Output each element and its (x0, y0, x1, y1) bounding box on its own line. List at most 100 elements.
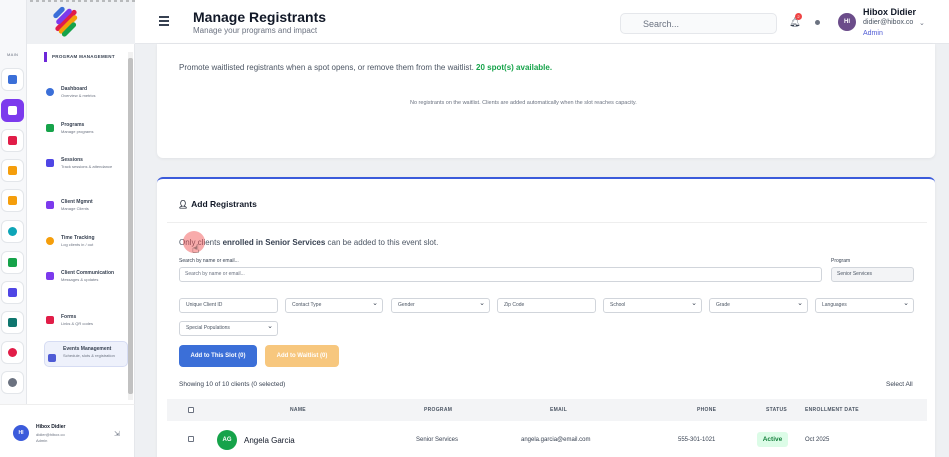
client-email: angela.garcia@email.com (521, 437, 591, 443)
contact-type-select[interactable]: Contact Type (285, 297, 383, 313)
rail-home-button[interactable] (1, 68, 24, 91)
dashboard-icon (46, 88, 54, 96)
programs-icon (8, 106, 17, 115)
rail-label: MAIN (7, 52, 19, 57)
sidebar-item-label: Programs (61, 122, 85, 128)
enrollment-note: Only clients enrolled in Senior Services… (179, 238, 439, 247)
add-registrants-title: 👤︎ Add Registrants (178, 199, 257, 209)
rail-settings-button[interactable] (1, 371, 24, 394)
zip-input[interactable]: Zip Code (497, 298, 596, 313)
program-field: Senior Services (831, 267, 914, 282)
school-select[interactable]: School (603, 297, 702, 313)
column-header: PHONE (697, 407, 717, 413)
select-all-link[interactable]: Select All (886, 381, 913, 388)
programs-icon (46, 124, 54, 132)
scrollbar-thumb[interactable] (128, 58, 133, 394)
circle-icon (8, 227, 17, 236)
gender-select[interactable]: Gender (391, 297, 490, 313)
sidebar-item-sub: Track sessions & attendance (61, 164, 113, 169)
sidebar-user[interactable]: HI Hibox Didier didier@hibox.co Admin ⇲ (0, 404, 135, 457)
rail-hat-button[interactable] (1, 189, 24, 212)
client-phone: 555-301-1021 (678, 437, 716, 443)
table-row[interactable]: AG Angela Garcia Senior Services angela.… (167, 424, 927, 454)
rail-programs-button[interactable] (1, 99, 24, 122)
add-to-slot-button[interactable]: Add to This Slot (0) (179, 345, 257, 367)
sidebar-item-client-communication[interactable]: Client Communication Messages & updates (46, 270, 128, 282)
sidebar-item-label: Events Management (63, 346, 112, 352)
waitlist-description: Promote waitlisted registrants when a sp… (179, 63, 553, 72)
rocket-icon (8, 136, 17, 145)
sidebar-item-time-tracking[interactable]: Time Tracking Log clients in / out (46, 235, 128, 247)
add-user-icon: 👤︎ (178, 200, 189, 209)
column-header: ENROLLMENT DATE (805, 407, 859, 413)
sessions-icon (46, 159, 54, 167)
user-email: didier@hibox.co (863, 19, 914, 26)
clock-icon (46, 237, 54, 245)
sidebar-item-sub: Log clients in / out (61, 242, 94, 247)
sidebar-scrollbar[interactable] (128, 52, 133, 400)
search-label: Search by name or email... (179, 258, 239, 264)
pie-chart-icon (8, 348, 17, 357)
user-role: Admin (863, 30, 883, 37)
sidebar-item-programs[interactable]: Programs Manage programs (46, 122, 128, 134)
user-role: Admin (36, 438, 48, 443)
menu-icon[interactable] (159, 16, 169, 26)
avatar: HI (13, 425, 29, 441)
hat-icon (8, 196, 17, 205)
home-icon (8, 75, 17, 84)
divider (167, 222, 927, 223)
grade-select[interactable]: Grade (709, 297, 808, 313)
special-populations-select[interactable]: Special Populations (179, 320, 278, 336)
users-icon (8, 318, 17, 327)
reports-icon (8, 166, 17, 175)
top-bar: Manage Registrants Manage your programs … (135, 0, 949, 44)
rail-reports-button[interactable] (1, 159, 24, 182)
add-registrants-card: 👤︎ Add Registrants Only clients enrolled … (157, 177, 935, 457)
client-id-input[interactable]: Unique Client ID (179, 298, 278, 313)
logout-icon[interactable]: ⇲ (114, 430, 120, 438)
rail-users-button[interactable] (1, 311, 24, 334)
notification-badge: 2 (795, 13, 802, 20)
avatar[interactable]: HI (838, 13, 856, 31)
table-header: NAME PROGRAM EMAIL PHONE STATUS ENROLLME… (167, 399, 927, 421)
sidebar-item-forms[interactable]: Forms Links & QR codes (46, 314, 128, 326)
sidebar-item-events-management[interactable]: Events Management Schedule, slots & regis… (44, 341, 128, 367)
status-dot (815, 20, 820, 25)
rail-docs-button[interactable] (1, 281, 24, 304)
program-label: Program (831, 258, 851, 264)
sidebar-item-label: Client Communication (61, 270, 115, 276)
rail-pie-button[interactable] (1, 341, 24, 364)
sidebar-item-label: Sessions (61, 157, 83, 163)
languages-select[interactable]: Languages (815, 297, 914, 313)
client-program: Senior Services (416, 437, 459, 443)
waitlist-card: Promote waitlisted registrants when a sp… (157, 44, 935, 158)
rail-rocket-button[interactable] (1, 129, 24, 152)
sidebar-item-sessions[interactable]: Sessions Track sessions & attendance (46, 157, 128, 169)
page-title: Manage Registrants (193, 9, 327, 25)
search-input[interactable]: Search... (620, 13, 777, 34)
column-header: PROGRAM (424, 407, 453, 413)
sidebar-item-client-mgmnt[interactable]: Client Mgmnt Manage Clients (46, 199, 128, 211)
user-name[interactable]: Hibox Didier (863, 7, 916, 17)
row-checkbox[interactable] (188, 436, 194, 442)
sidebar-item-sub: Manage programs (61, 129, 94, 134)
select-all-checkbox[interactable] (188, 407, 194, 413)
client-name: Angela Garcia (244, 436, 295, 445)
sidebar-item-label: Client Mgmnt (61, 199, 93, 205)
client-search-input[interactable]: Search by name or email... (179, 267, 822, 282)
sidebar-item-sub: Links & QR codes (61, 321, 94, 326)
sidebar-item-sub: Messages & updates (61, 277, 99, 282)
sidebar-item-dashboard[interactable]: Dashboard Overview & metrics (46, 86, 128, 98)
sidebar-item-label: Dashboard (61, 86, 88, 92)
sidebar-item-sub: Manage Clients (61, 206, 89, 211)
rail-network-button[interactable] (1, 251, 24, 274)
sidebar-item-label: Time Tracking (61, 235, 95, 241)
rail-circle-button[interactable] (1, 220, 24, 243)
sidebar-item-sub: Overview & metrics (61, 93, 96, 98)
chevron-down-icon[interactable]: ⌄ (919, 19, 925, 27)
add-to-waitlist-button[interactable]: Add to Waitlist (0) (265, 345, 339, 367)
gear-icon (8, 378, 17, 387)
sidebar: PROGRAM MANAGEMENT Dashboard Overview & m… (27, 44, 135, 404)
user-name: Hibox Didier (36, 424, 66, 430)
page-subtitle: Manage your programs and impact (193, 26, 318, 35)
